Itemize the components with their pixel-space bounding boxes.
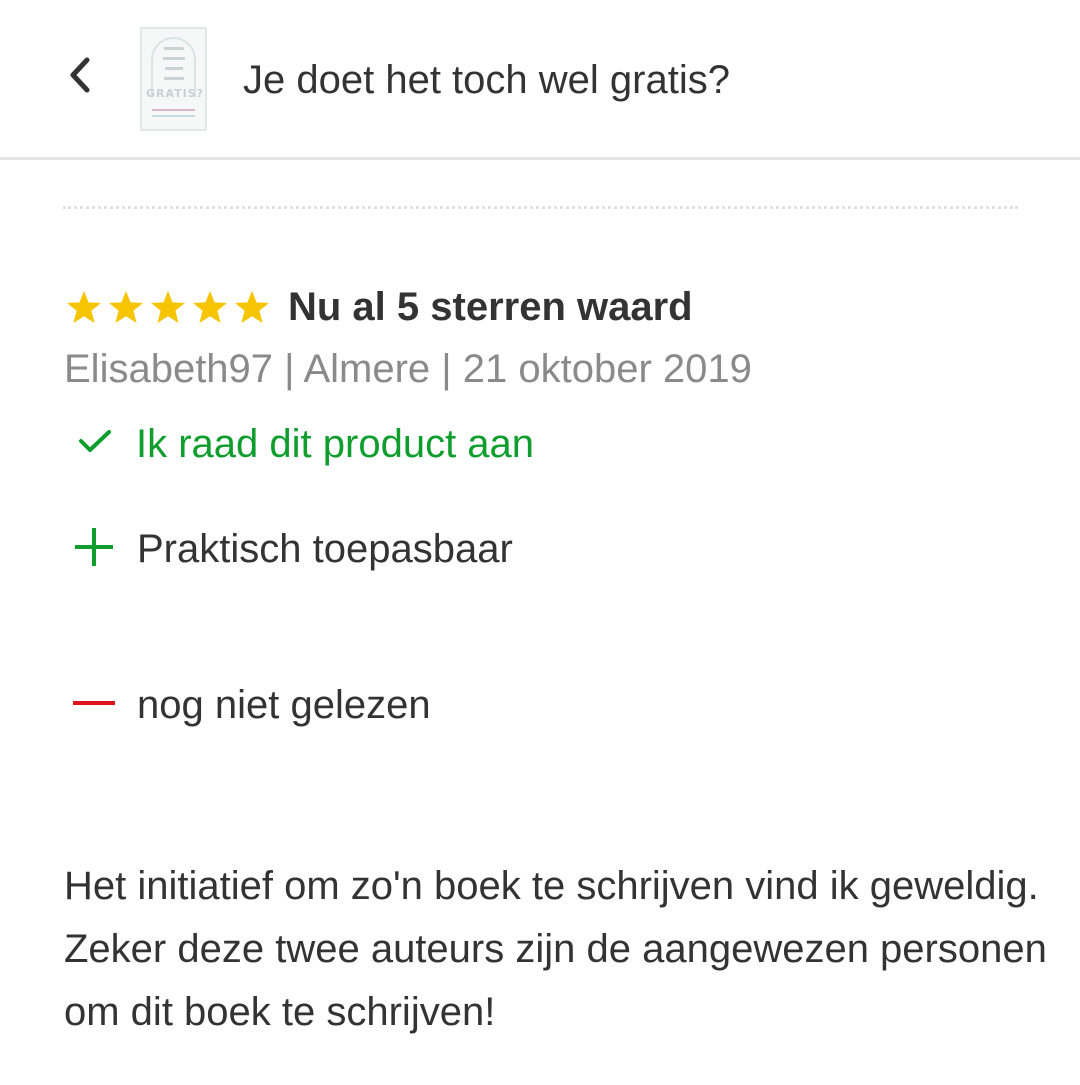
con-text: nog niet gelezen (137, 682, 431, 727)
recommendation: Ik raad dit product aan (78, 420, 534, 468)
star-icon (108, 290, 144, 324)
review-heading: Nu al 5 sterren waard (66, 282, 693, 332)
checkmark-icon (78, 429, 112, 460)
star-rating (66, 290, 270, 324)
pro-item: Praktisch toepasbaar (73, 524, 513, 574)
star-icon (234, 290, 270, 324)
chevron-left-icon (65, 55, 95, 100)
minus-icon (73, 682, 115, 729)
review-meta: Elisabeth97 | Almere | 21 oktober 2019 (64, 347, 752, 391)
product-thumbnail[interactable]: GRATIS? (140, 27, 207, 131)
page-title: Je doet het toch wel gratis? (243, 58, 730, 102)
pro-text: Praktisch toepasbaar (137, 526, 513, 571)
plus-icon (73, 526, 115, 573)
star-icon (66, 290, 102, 324)
dotted-divider (63, 206, 1018, 209)
star-icon (150, 290, 186, 324)
star-icon (192, 290, 228, 324)
review-body: Het initiatief om zo'n boek te schrijven… (64, 864, 1047, 1034)
top-bar: GRATIS? Je doet het toch wel gratis? (0, 0, 1080, 160)
recommendation-text: Ik raad dit product aan (136, 421, 535, 466)
con-item: nog niet gelezen (73, 680, 431, 730)
back-button[interactable] (55, 50, 105, 104)
cover-title: GRATIS? (146, 87, 205, 100)
review-title: Nu al 5 sterren waard (288, 284, 693, 329)
